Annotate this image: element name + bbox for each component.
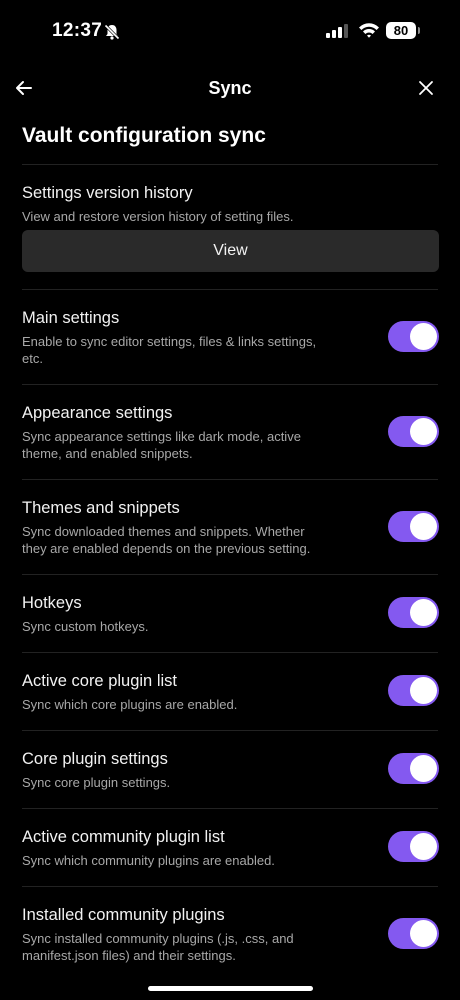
row-title: Active community plugin list <box>22 828 225 846</box>
toggle-knob <box>410 833 437 860</box>
core-plugin-list-toggle[interactable] <box>388 675 439 706</box>
toggle-knob <box>410 513 437 540</box>
toggle-knob <box>410 677 437 704</box>
nav-bar: Sync <box>0 62 460 114</box>
toggle-knob <box>410 323 437 350</box>
toggle-knob <box>410 418 437 445</box>
row-description: Sync downloaded themes and snippets. Whe… <box>22 524 305 539</box>
row-title: Active core plugin list <box>22 672 177 690</box>
row-description: Sync installed community plugins (.js, .… <box>22 931 294 946</box>
row-description-2: they are enabled depends on the previous… <box>22 541 311 556</box>
row-title: Hotkeys <box>22 594 82 612</box>
appearance-settings-toggle[interactable] <box>388 416 439 447</box>
row-description: Sync appearance settings like dark mode,… <box>22 429 301 444</box>
row-title: Core plugin settings <box>22 750 168 768</box>
toggle-knob <box>410 920 437 947</box>
bell-slash-icon <box>103 23 121 46</box>
setting-row-main: Main settings Enable to sync editor sett… <box>0 289 460 384</box>
row-title: Themes and snippets <box>22 499 180 517</box>
row-title: Installed community plugins <box>22 906 225 924</box>
version-history-row: Settings version history View and restor… <box>0 164 460 288</box>
row-title: Appearance settings <box>22 404 173 422</box>
status-time: 12:37 <box>52 20 103 41</box>
battery-icon: 80 <box>386 22 416 39</box>
arrow-left-icon[interactable] <box>12 76 36 100</box>
page-title: Sync <box>208 78 252 98</box>
row-description: Sync custom hotkeys. <box>22 619 149 634</box>
row-description-2: manifest.json files) and their settings. <box>22 948 236 963</box>
setting-row-community-plugin-list: Active community plugin list Sync which … <box>0 808 460 886</box>
row-description: Sync which core plugins are enabled. <box>22 697 238 712</box>
wifi-icon <box>358 22 380 43</box>
community-plugin-list-toggle[interactable] <box>388 831 439 862</box>
row-description-2: etc. <box>22 351 43 366</box>
installed-community-plugins-toggle[interactable] <box>388 918 439 949</box>
row-description: Sync which community plugins are enabled… <box>22 853 275 868</box>
row-description: Enable to sync editor settings, files & … <box>22 334 317 349</box>
toggle-knob <box>410 599 437 626</box>
hotkeys-toggle[interactable] <box>388 597 439 628</box>
setting-row-core-plugin-list: Active core plugin list Sync which core … <box>0 652 460 730</box>
row-description: View and restore version history of sett… <box>22 209 294 224</box>
core-plugin-settings-toggle[interactable] <box>388 753 439 784</box>
row-title: Settings version history <box>22 184 193 202</box>
signal-icon <box>326 24 348 43</box>
home-indicator[interactable] <box>148 986 313 991</box>
view-button[interactable]: View <box>22 230 439 272</box>
themes-snippets-toggle[interactable] <box>388 511 439 542</box>
setting-row-themes: Themes and snippets Sync downloaded them… <box>0 479 460 574</box>
main-settings-toggle[interactable] <box>388 321 439 352</box>
battery-nub <box>418 27 420 34</box>
row-description: Sync core plugin settings. <box>22 775 171 790</box>
close-icon[interactable] <box>416 78 436 98</box>
toggle-knob <box>410 755 437 782</box>
setting-row-appearance: Appearance settings Sync appearance sett… <box>0 384 460 479</box>
status-bar: 12:37 80 <box>0 0 460 62</box>
row-title: Main settings <box>22 309 120 327</box>
section-title: Vault configuration sync <box>22 124 266 147</box>
setting-row-hotkeys: Hotkeys Sync custom hotkeys. <box>0 574 460 652</box>
setting-row-core-plugin-settings: Core plugin settings Sync core plugin se… <box>0 730 460 808</box>
row-description-2: theme, and enabled snippets. <box>22 446 193 461</box>
setting-row-installed-community-plugins: Installed community plugins Sync install… <box>0 886 460 981</box>
